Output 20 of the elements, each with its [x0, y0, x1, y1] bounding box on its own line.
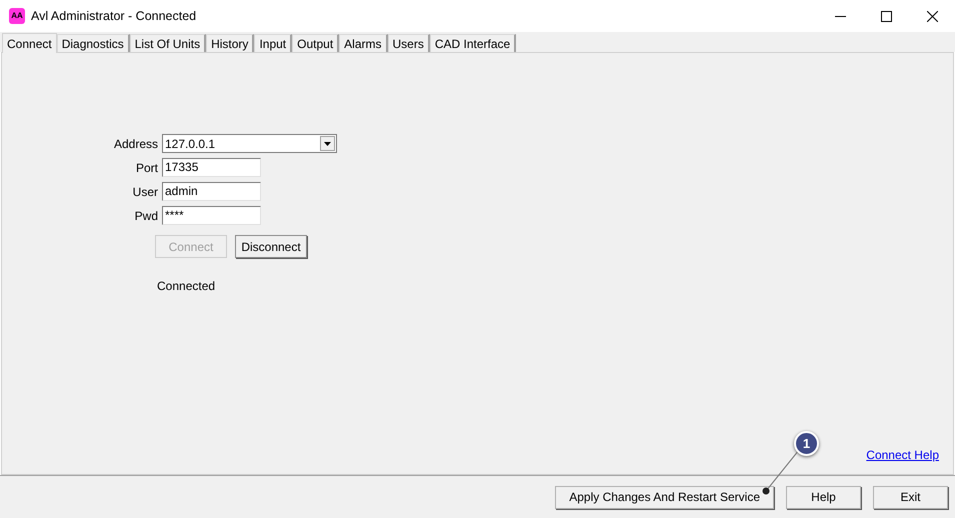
close-icon	[926, 10, 938, 22]
window-title: Avl Administrator - Connected	[31, 8, 196, 25]
field-label: Port	[134, 160, 159, 176]
text-field[interactable]: ****	[162, 206, 261, 225]
footer-button[interactable]: Exit	[873, 486, 948, 508]
footer-button[interactable]: Apply Changes And Restart Service	[555, 486, 774, 508]
address-dropdown[interactable]: 127.0.0.1	[162, 134, 337, 153]
tab[interactable]: Connect	[2, 33, 57, 53]
footer-button[interactable]: Help	[786, 486, 861, 508]
leader-line	[762, 449, 800, 495]
maximize-icon	[880, 10, 892, 22]
field-label: Address	[112, 136, 159, 152]
connection-status: Connected	[157, 278, 216, 295]
app-icon: AA	[9, 8, 25, 24]
text-field[interactable]: admin	[162, 182, 261, 201]
action-button[interactable]: Disconnect	[235, 235, 307, 258]
field-label: Pwd	[134, 208, 159, 224]
text-field[interactable]: 17335	[162, 158, 261, 177]
field-label: User	[132, 184, 159, 200]
connect-help-link[interactable]: Connect Help	[866, 446, 939, 464]
